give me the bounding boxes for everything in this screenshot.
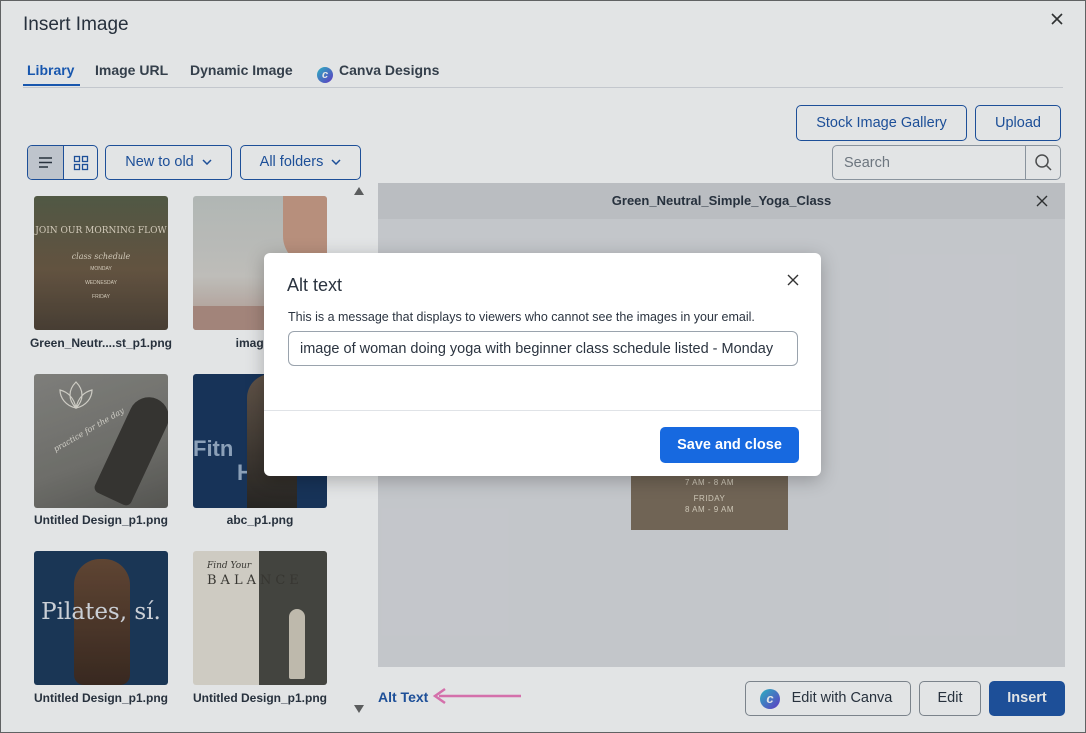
chevron-down-icon	[202, 159, 212, 165]
thumbnail-text: Fitn	[193, 436, 234, 461]
preview-image-text: 7 AM - 8 AM	[684, 478, 735, 487]
modal-description: This is a message that displays to viewe…	[288, 310, 755, 324]
stock-image-gallery-button[interactable]: Stock Image Gallery	[796, 105, 967, 141]
insert-button[interactable]: Insert	[989, 681, 1065, 716]
scroll-down-arrow[interactable]	[354, 705, 364, 713]
thumbnail-text: FRIDAY	[92, 294, 110, 300]
active-tab-indicator	[23, 84, 80, 86]
tab-library[interactable]: Library	[27, 62, 74, 78]
tab-dynamic-image[interactable]: Dynamic Image	[190, 62, 293, 78]
search-input[interactable]	[833, 146, 1045, 179]
thumbnail-text: Find Your	[207, 561, 252, 571]
preview-image: 7 AM - 8 AM FRIDAY 8 AM - 9 AM	[631, 472, 788, 530]
canva-logo-icon: c	[317, 67, 333, 83]
tab-canva-designs[interactable]: c Canva Designs	[317, 62, 439, 83]
search-icon	[1035, 154, 1052, 171]
modal-title: Alt text	[287, 275, 343, 295]
preview-filename: Green_Neutral_Simple_Yoga_Class	[611, 193, 832, 208]
alt-text-modal: Alt text This is a message that displays…	[264, 253, 821, 476]
image-caption: Untitled Design_p1.png	[192, 691, 327, 705]
thumbnail-text: WEDNESDAY	[85, 280, 117, 286]
dialog-title: Insert Image	[23, 14, 129, 35]
sort-dropdown-label: New to old	[125, 154, 194, 170]
thumbnail-text: MONDAY	[90, 266, 112, 272]
sort-dropdown[interactable]: New to old	[105, 145, 232, 180]
alt-text-link[interactable]: Alt Text	[378, 689, 428, 705]
tab-bar: Library Image URL Dynamic Image c Canva D…	[23, 59, 1063, 88]
preview-image-text: FRIDAY	[693, 494, 726, 503]
edit-with-canva-button[interactable]: c Edit with Canva	[745, 681, 911, 716]
alt-text-input[interactable]	[288, 331, 798, 366]
list-view-icon	[39, 157, 52, 168]
view-toggle	[27, 145, 98, 180]
annotation-arrow	[432, 687, 521, 705]
edit-with-canva-label: Edit with Canva	[791, 690, 893, 706]
chevron-down-icon	[331, 159, 341, 165]
library-image-thumbnail[interactable]: Pilates, sí.	[34, 551, 168, 685]
image-caption: Untitled Design_p1.png	[33, 691, 168, 705]
thumbnail-shape	[289, 609, 305, 679]
upload-button[interactable]: Upload	[975, 105, 1061, 141]
close-icon[interactable]	[1047, 9, 1067, 29]
thumbnail-shape	[92, 390, 168, 508]
scroll-up-arrow[interactable]	[354, 187, 364, 195]
folder-dropdown-label: All folders	[259, 154, 324, 170]
search-button[interactable]	[1025, 146, 1061, 179]
thumbnail-text: BALANCE	[207, 573, 303, 588]
canva-logo-icon: c	[760, 689, 780, 709]
library-image-thumbnail[interactable]: JOIN OUR MORNING FLOW class schedule MON…	[34, 196, 168, 330]
image-caption: abc_p1.png	[226, 513, 294, 527]
list-view-button[interactable]	[28, 146, 63, 179]
image-caption: Untitled Design_p1.png	[33, 513, 168, 527]
library-image-thumbnail[interactable]: Find Your BALANCE	[193, 551, 327, 685]
grid-view-button[interactable]	[63, 146, 97, 179]
thumbnail-text: JOIN OUR MORNING FLOW	[35, 226, 167, 236]
preview-header: Green_Neutral_Simple_Yoga_Class	[378, 183, 1065, 219]
image-caption: Green_Neutr....st_p1.png	[29, 336, 173, 350]
preview-image-text: 8 AM - 9 AM	[684, 505, 735, 514]
lotus-icon	[59, 381, 93, 409]
library-image-thumbnail[interactable]: practice for the day	[34, 374, 168, 508]
close-icon[interactable]	[1035, 194, 1049, 208]
grid-view-icon	[73, 155, 89, 171]
search-box	[832, 145, 1061, 180]
folder-dropdown[interactable]: All folders	[240, 145, 361, 180]
save-and-close-button[interactable]: Save and close	[660, 427, 799, 463]
tab-image-url[interactable]: Image URL	[95, 62, 168, 78]
modal-divider	[264, 410, 821, 411]
edit-button[interactable]: Edit	[919, 681, 981, 716]
thumbnail-text: Pilates, sí.	[41, 599, 161, 625]
thumbnail-text: class schedule	[71, 252, 131, 261]
tab-canva-designs-label: Canva Designs	[339, 62, 440, 78]
close-icon[interactable]	[786, 273, 800, 287]
